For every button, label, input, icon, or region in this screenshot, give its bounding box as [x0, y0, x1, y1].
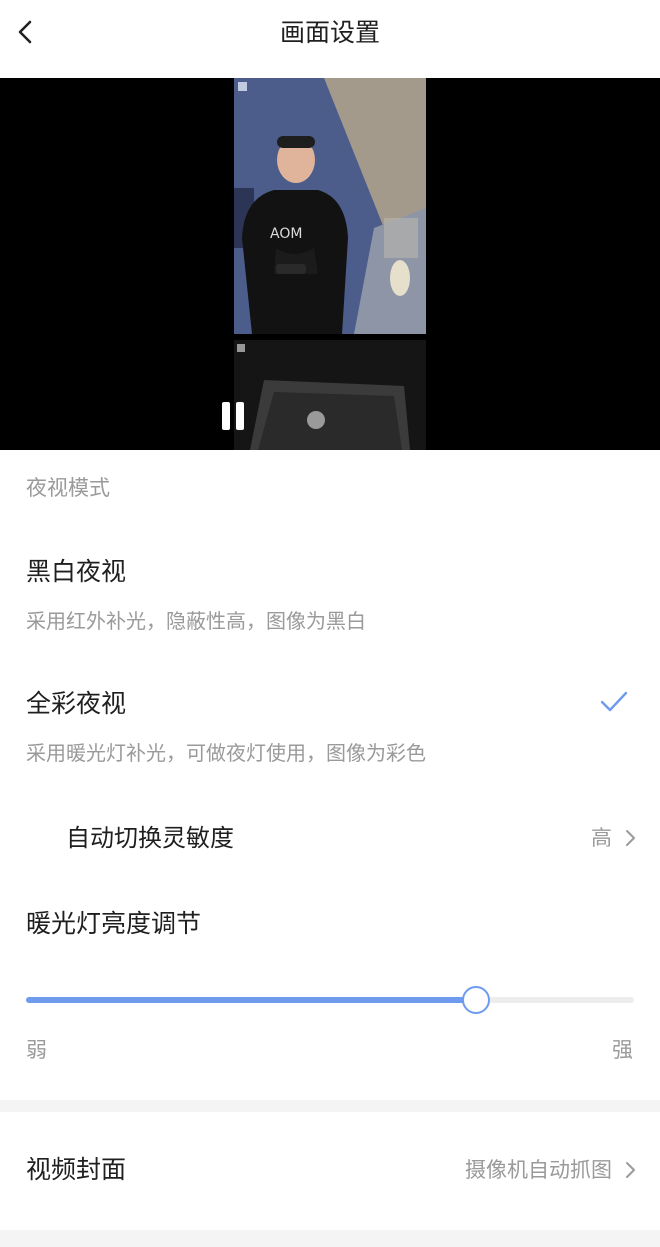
option-title: 黑白夜视 — [26, 557, 127, 586]
chevron-right-icon — [624, 1152, 638, 1188]
video-cover-row[interactable]: 视频封面 摄像机自动抓图 — [0, 1150, 660, 1190]
chevron-right-icon — [624, 820, 638, 856]
video-preview[interactable]: AOM — [0, 78, 660, 450]
page-title: 画面设置 — [279, 18, 380, 47]
brightness-title: 暖光灯亮度调节 — [26, 909, 202, 938]
top-bar: 画面设置 — [0, 0, 660, 78]
section-divider — [0, 1100, 660, 1112]
option-description: 采用暖光灯补光，可做夜灯使用，图像为彩色 — [26, 741, 426, 765]
slider-min-label: 弱 — [26, 1038, 47, 1062]
slider-max-label: 强 — [612, 1038, 633, 1062]
camera-device-image — [234, 340, 426, 450]
option-bw-night-vision[interactable]: 黑白夜视 采用红外补光，隐蔽性高，图像为黑白 — [0, 548, 660, 648]
night-vision-section-label: 夜视模式 — [26, 476, 110, 500]
camera-scene-image: AOM — [234, 78, 426, 334]
option-title: 全彩夜视 — [26, 689, 127, 718]
svg-text:AOM: AOM — [270, 226, 302, 242]
video-cover-value: 摄像机自动抓图 — [465, 1158, 612, 1182]
auto-switch-value: 高 — [591, 826, 612, 850]
option-description: 采用红外补光，隐蔽性高，图像为黑白 — [26, 609, 366, 633]
camera-view-main: AOM — [234, 78, 426, 334]
pause-button[interactable] — [218, 400, 248, 434]
auto-switch-label: 自动切换灵敏度 — [66, 824, 234, 852]
brightness-slider[interactable] — [0, 976, 660, 1026]
slider-thumb[interactable] — [461, 986, 490, 1014]
auto-switch-sensitivity-row[interactable]: 自动切换灵敏度 高 — [0, 818, 660, 858]
slider-fill — [26, 997, 476, 1003]
camera-view-secondary — [234, 340, 426, 450]
option-full-color-night-vision[interactable]: 全彩夜视 采用暖光灯补光，可做夜灯使用，图像为彩色 — [0, 680, 660, 780]
checkmark-icon — [598, 686, 630, 718]
bottom-divider — [0, 1230, 660, 1247]
video-cover-label: 视频封面 — [26, 1155, 127, 1184]
